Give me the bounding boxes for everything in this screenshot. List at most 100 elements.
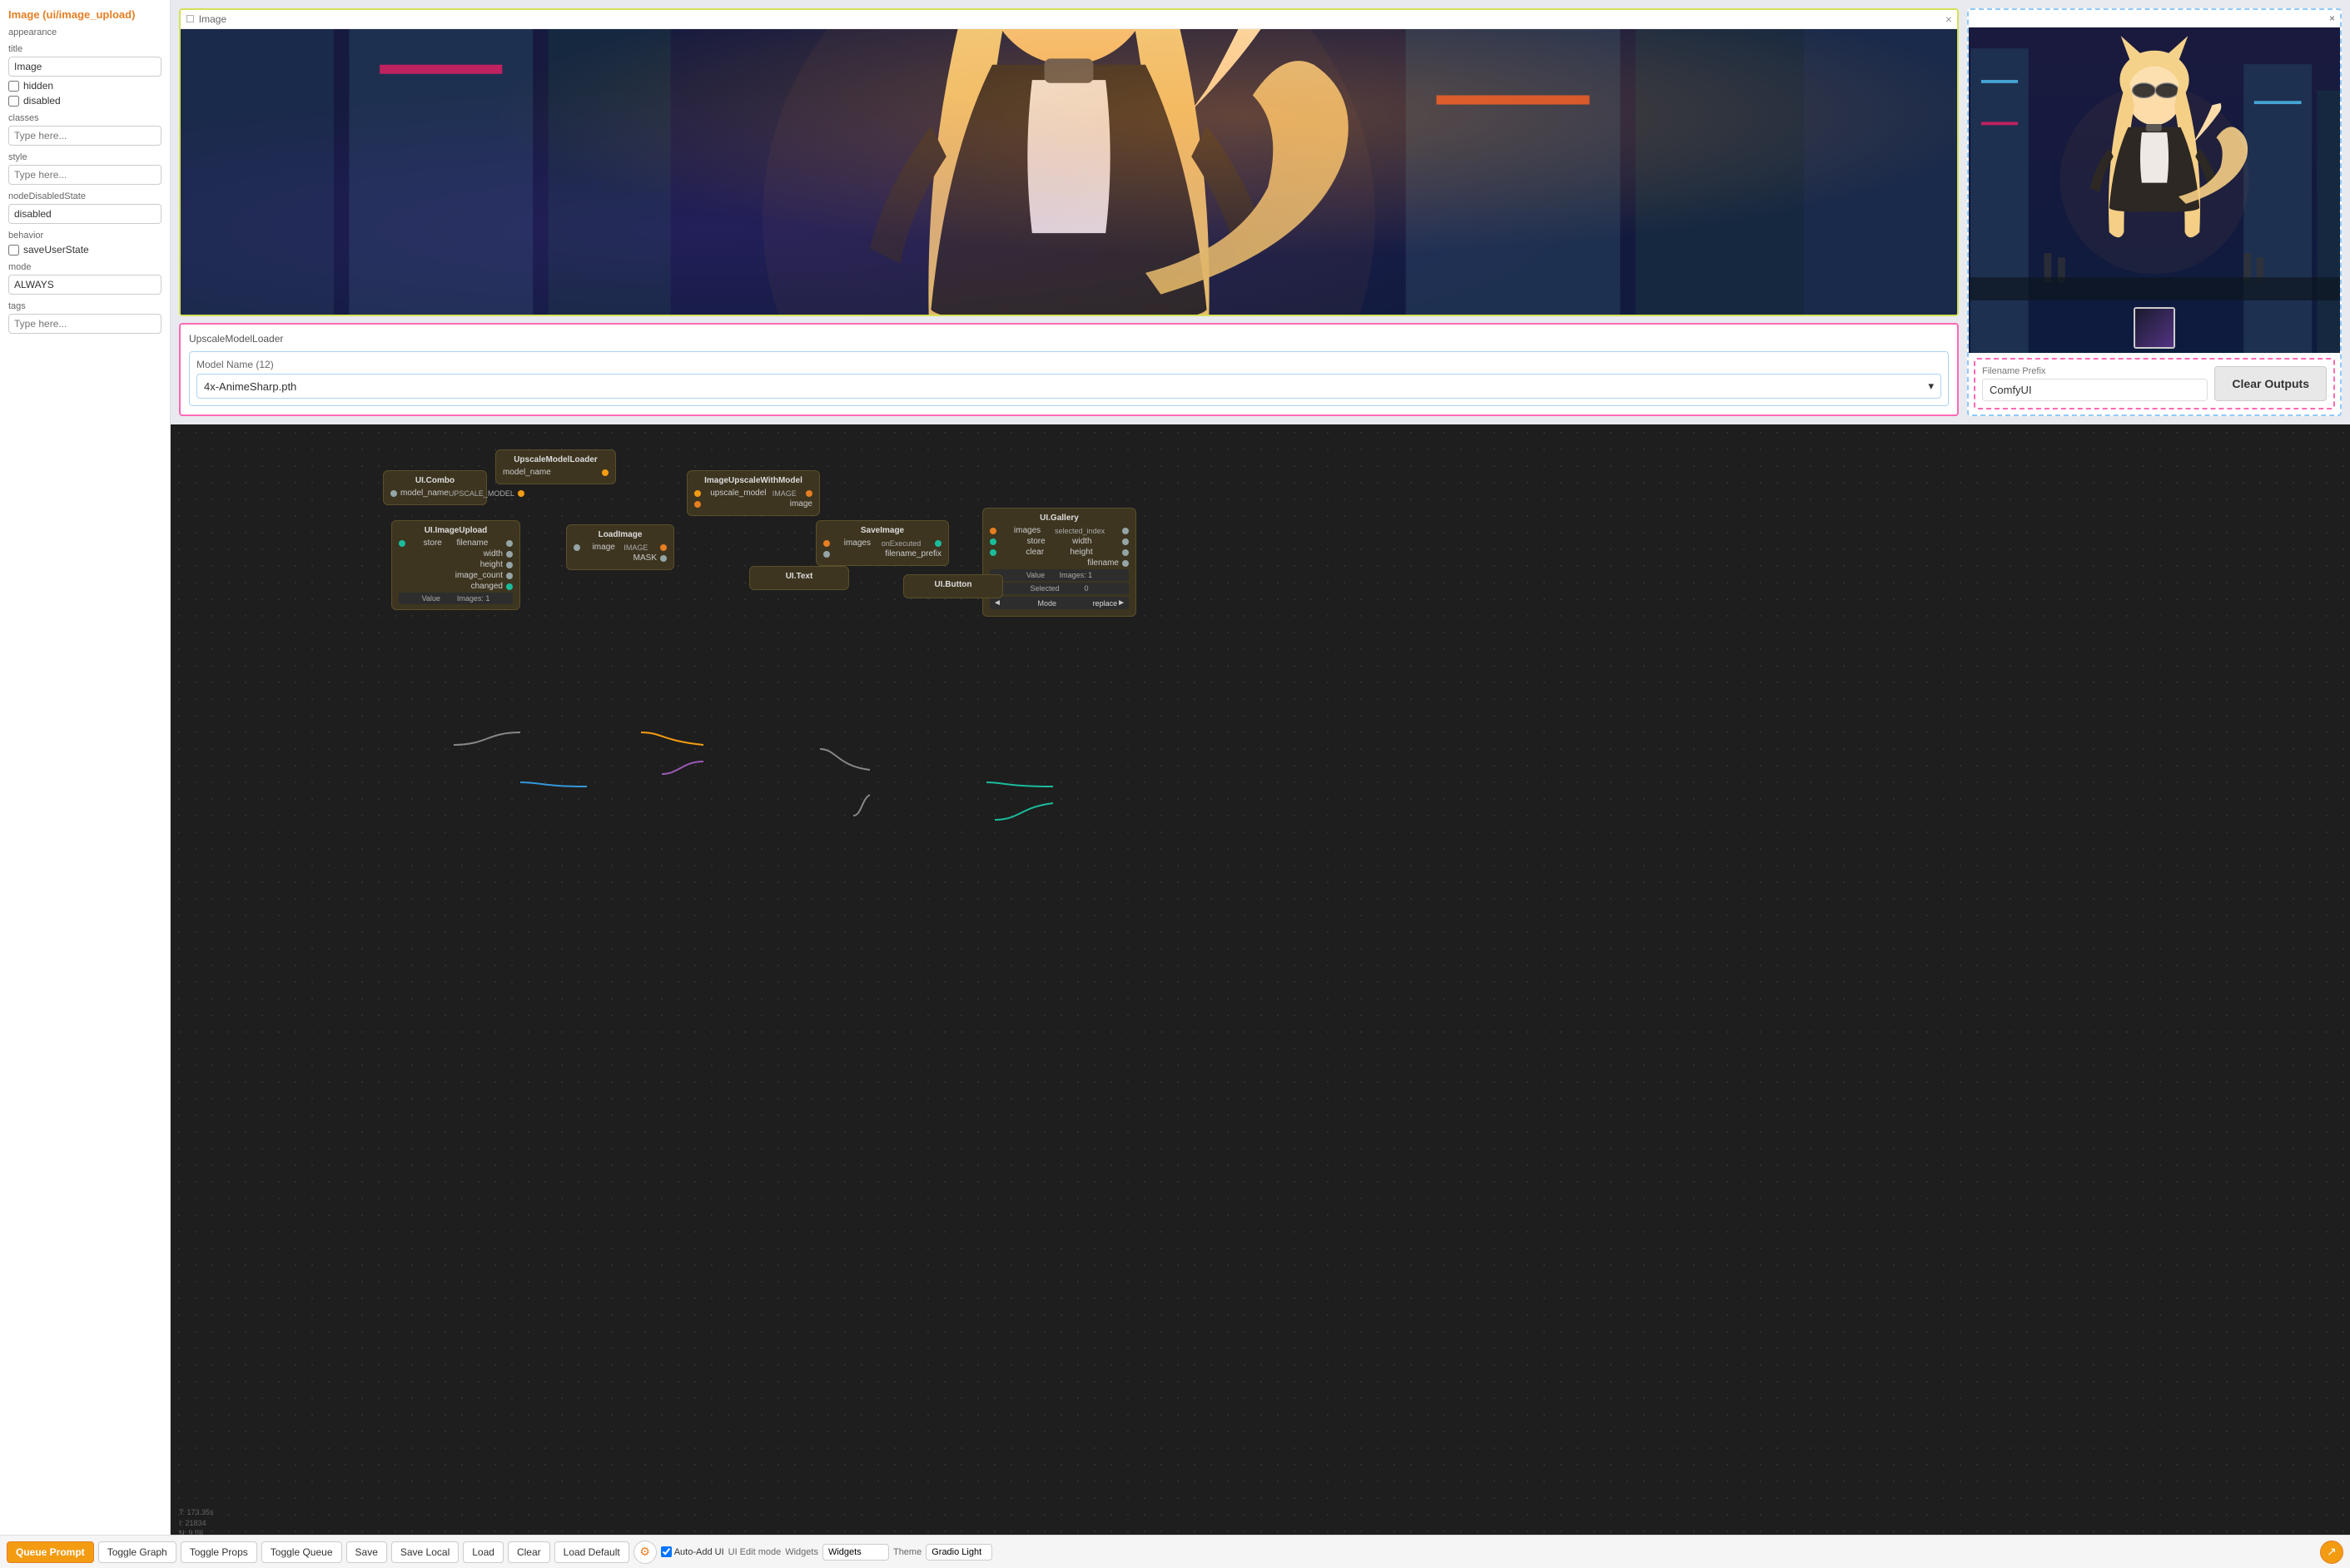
model-select[interactable]: 4x-AnimeSharp.pth ▾ [196, 374, 1941, 399]
gallery-value: Value Images: 1 [990, 569, 1129, 581]
node-row-save-prefix: filename_prefix [823, 549, 941, 558]
node-label: model_name [503, 468, 551, 477]
node-ui-image-upload[interactable]: UI.ImageUpload store filename width heig… [391, 520, 520, 610]
node-disabled-state-input[interactable] [8, 204, 161, 224]
clear-outputs-button[interactable]: Clear Outputs [2214, 366, 2327, 401]
save-button[interactable]: Save [346, 1541, 387, 1563]
label-filename-prefix: filename_prefix [885, 549, 941, 558]
label-on-executed: onExecuted [882, 539, 922, 548]
mode-right-arrow[interactable]: ► [1117, 598, 1125, 608]
node-row-width: width [399, 549, 513, 558]
left-panels: ☐ Image × [179, 8, 1959, 416]
port-load-image-right [660, 544, 667, 551]
tags-input[interactable] [8, 314, 161, 334]
mode-left-arrow[interactable]: ◄ [993, 598, 1001, 608]
output-panel: × [1967, 8, 2342, 416]
port-combo-left [390, 490, 397, 497]
widgets-input[interactable] [822, 1544, 889, 1561]
node-ui-text[interactable]: UI.Text [749, 566, 849, 590]
load-default-button[interactable]: Load Default [554, 1541, 629, 1563]
port-upscale-left2 [694, 501, 701, 508]
toggle-props-button[interactable]: Toggle Props [181, 1541, 257, 1563]
node-row-gallery-images: images selected_index [990, 526, 1129, 535]
filename-prefix-group: Filename Prefix [1982, 366, 2208, 401]
save-panel: Filename Prefix Clear Outputs [1974, 358, 2335, 409]
theme-input[interactable] [926, 1544, 992, 1561]
disabled-row: disabled [8, 95, 161, 107]
output-panel-close[interactable]: × [2329, 12, 2335, 24]
node-ui-gallery[interactable]: UI.Gallery images selected_index store w… [982, 508, 1136, 617]
filename-prefix-label: Filename Prefix [1982, 366, 2208, 376]
port-mask [660, 555, 667, 562]
node-row-gallery-filename: filename [990, 558, 1129, 568]
label-image-out2: IMAGE [624, 543, 648, 552]
filename-prefix-input[interactable] [1982, 379, 2208, 401]
save-user-state-row: saveUserState [8, 244, 161, 256]
gallery-selected-value: Selected 0 [990, 583, 1129, 594]
load-button[interactable]: Load [463, 1541, 504, 1563]
sidebar: Image (ui/image_upload) appearance title… [0, 0, 171, 1535]
extra-icon-button[interactable]: ↗ [2320, 1541, 2343, 1564]
output-panel-header: × [1969, 10, 2340, 27]
graph-area[interactable]: UpscaleModelLoader model_name UI.Combo m… [171, 424, 2350, 1568]
save-user-state-label: saveUserState [23, 244, 89, 256]
port-gallery-clear-left [990, 549, 996, 556]
node-row-image-count: image_count [399, 571, 513, 580]
settings-icon-button[interactable]: ⚙ [633, 1541, 657, 1564]
label-gallery-width: width [1072, 537, 1091, 546]
node-row-mask: MASK [574, 553, 667, 563]
node-ui-button[interactable]: UI.Button [903, 574, 1003, 598]
label-save-images: images [844, 538, 871, 548]
save-local-button[interactable]: Save Local [391, 1541, 459, 1563]
sidebar-header: Image (ui/image_upload) [8, 8, 161, 21]
node-ui-combo[interactable]: UI.Combo model_name UPSCALE_MODEL [383, 470, 487, 505]
node-row-combo: model_name UPSCALE_MODEL [390, 489, 479, 498]
hidden-checkbox[interactable] [8, 81, 19, 92]
model-name-label: Model Name (12) [196, 359, 1941, 370]
mode-input[interactable] [8, 275, 161, 295]
node-upscale-model-loader[interactable]: UpscaleModelLoader model_name [495, 449, 616, 484]
port-gallery-selected [1122, 528, 1129, 534]
stat-i: I: 21834 [179, 1518, 225, 1529]
auto-add-checkbox[interactable] [661, 1546, 672, 1557]
port-upscale-right [806, 490, 812, 497]
node-label-combo: model_name [400, 489, 449, 498]
node-row-gallery-store: store width [990, 537, 1129, 546]
node-save-image[interactable]: SaveImage images onExecuted filename_pre… [816, 520, 949, 566]
label-store: store [424, 538, 442, 548]
node-title-upscale: UpscaleModelLoader [503, 455, 609, 464]
title-input[interactable] [8, 57, 161, 77]
behavior-label: behavior [8, 231, 161, 241]
image-panel-body [181, 29, 1957, 315]
image-panel: ☐ Image × [179, 8, 1959, 316]
save-user-state-checkbox[interactable] [8, 245, 19, 256]
port-width [506, 551, 513, 558]
disabled-checkbox[interactable] [8, 96, 19, 107]
label-changed: changed [471, 582, 503, 591]
port-gallery-store-left [990, 538, 996, 545]
label-mask: MASK [633, 553, 657, 563]
port-changed [506, 583, 513, 590]
image-panel-title: Image [199, 13, 226, 25]
upscale-panel-title: UpscaleModelLoader [189, 333, 1949, 345]
toggle-queue-button[interactable]: Toggle Queue [261, 1541, 342, 1563]
clear-button[interactable]: Clear [508, 1541, 550, 1563]
output-panel-body [1969, 27, 2340, 353]
port-gallery-height [1122, 549, 1129, 556]
style-input[interactable] [8, 165, 161, 185]
node-row-upscale2: image [694, 499, 812, 509]
image-panel-close[interactable]: × [1945, 12, 1952, 26]
node-title-ui-text: UI.Text [757, 572, 842, 581]
node-title-save-image: SaveImage [823, 526, 941, 535]
label-load-image: image [593, 543, 615, 552]
toggle-graph-button[interactable]: Toggle Graph [98, 1541, 176, 1563]
queue-prompt-button[interactable]: Queue Prompt [7, 1541, 94, 1563]
port-on-executed [935, 540, 941, 547]
label-height: height [480, 560, 503, 569]
anime-image [181, 29, 1957, 315]
node-load-image[interactable]: LoadImage image IMAGE MASK [566, 524, 674, 570]
node-title-image-upload: UI.ImageUpload [399, 526, 513, 535]
classes-input[interactable] [8, 126, 161, 146]
port-model-name [602, 469, 609, 476]
node-image-upscale[interactable]: ImageUpscaleWithModel upscale_model IMAG… [687, 470, 820, 516]
